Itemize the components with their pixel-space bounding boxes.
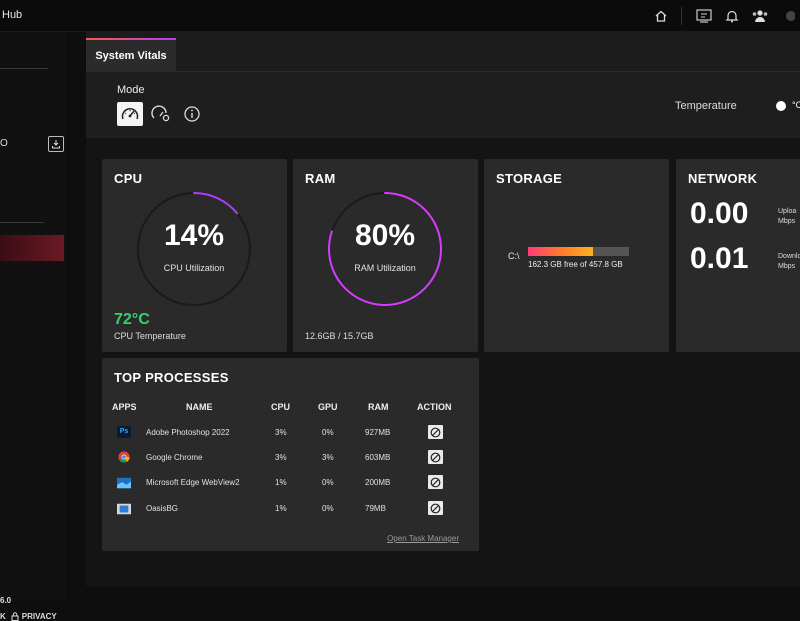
export-icon[interactable]	[48, 136, 64, 152]
feedback-icon[interactable]	[692, 6, 716, 26]
top-processes-card: TOP PROCESSES APPS NAME CPU GPU RAM ACTI…	[102, 358, 479, 551]
col-header-gpu: GPU	[318, 402, 338, 412]
sidebar-divider	[0, 222, 44, 223]
process-name: OasisBG	[146, 504, 179, 513]
process-name: Microsoft Edge WebView2	[146, 478, 240, 487]
cpu-temperature: 72°C	[114, 311, 150, 328]
end-process-button[interactable]	[428, 501, 443, 515]
ram-subtitle: RAM Utilization	[354, 263, 416, 273]
end-process-button[interactable]	[428, 450, 443, 464]
network-title: NETWORK	[688, 171, 758, 186]
drive-usage-fill	[528, 247, 594, 256]
oasisbg-icon	[117, 503, 131, 515]
sidebar-divider	[0, 68, 48, 69]
end-process-button[interactable]	[428, 425, 443, 439]
lock-icon	[11, 612, 19, 621]
block-icon	[430, 452, 441, 462]
process-gpu: 0%	[322, 504, 334, 513]
drive-usage-bar	[528, 247, 629, 256]
download-value: 0.01	[690, 242, 749, 275]
ram-card: RAM 80% RAM Utilization 12.6GB / 15.7GB	[293, 159, 478, 352]
upload-value: 0.00	[690, 197, 749, 230]
block-icon	[430, 427, 441, 437]
privacy-link[interactable]: K PRIVACY	[0, 612, 57, 621]
tab-system-vitals[interactable]: System Vitals	[86, 38, 176, 72]
temperature-label: Temperature	[675, 100, 737, 112]
process-ram: 79MB	[365, 504, 386, 513]
home-icon[interactable]	[649, 6, 673, 26]
toggle-knob	[776, 101, 786, 111]
process-ram: 927MB	[365, 428, 391, 437]
privacy-label[interactable]: PRIVACY	[22, 612, 57, 621]
main-panel: System Vitals Mode Temperature °C CPU 14…	[86, 32, 800, 586]
process-name: Google Chrome	[146, 453, 203, 462]
photoshop-icon: Ps	[117, 426, 131, 438]
sidebar-item-active[interactable]	[0, 235, 64, 261]
temperature-unit: °C	[792, 100, 800, 110]
storage-card: STORAGE C:\ 162.3 GB free of 457.8 GB	[484, 159, 669, 352]
speedometer-icon[interactable]	[117, 102, 143, 126]
cpu-card: CPU 14% CPU Utilization 72°C CPU Tempera…	[102, 159, 287, 352]
bell-icon[interactable]	[720, 6, 744, 26]
col-header-apps: APPS	[112, 402, 137, 412]
mode-label: Mode	[117, 84, 145, 96]
drive-letter: C:\	[508, 251, 520, 261]
cpu-subtitle: CPU Utilization	[163, 263, 225, 273]
process-gpu: 3%	[322, 453, 334, 462]
download-unit: Mbps	[778, 263, 796, 270]
download-label: Downlo	[778, 253, 800, 260]
process-cpu: 1%	[275, 478, 287, 487]
cpu-temperature-label: CPU Temperature	[114, 331, 186, 341]
storage-title: STORAGE	[496, 171, 563, 186]
col-header-name: NAME	[186, 402, 213, 412]
process-ram: 200MB	[365, 478, 391, 487]
upload-label: Uploa	[778, 208, 797, 215]
col-header-ram: RAM	[368, 402, 389, 412]
app-title: Hub	[2, 9, 23, 21]
upload-unit: Mbps	[778, 218, 796, 225]
ram-title: RAM	[305, 171, 336, 186]
tab-strip: System Vitals	[86, 32, 800, 72]
gauge-settings-icon[interactable]	[148, 102, 174, 126]
process-gpu: 0%	[322, 478, 334, 487]
end-process-button[interactable]	[428, 475, 443, 489]
temperature-unit-toggle[interactable]: °C	[762, 99, 800, 113]
mode-bar: Mode Temperature °C	[86, 72, 800, 138]
network-card: NETWORK 0.00 Uploa Mbps 0.01 Downlo Mbps	[676, 159, 800, 352]
processes-title: TOP PROCESSES	[114, 370, 229, 385]
sidebar-item-label-partial[interactable]: O	[0, 138, 8, 149]
footer-left-label[interactable]: K	[0, 612, 6, 621]
block-icon	[430, 477, 441, 487]
sidebar: O 6.0 K PRIVACY	[0, 32, 66, 621]
cpu-value: 14%	[163, 219, 225, 252]
ram-usage: 12.6GB / 15.7GB	[305, 331, 374, 341]
process-cpu: 1%	[275, 504, 287, 513]
process-cpu: 3%	[275, 428, 287, 437]
process-cpu: 3%	[275, 453, 287, 462]
process-name: Adobe Photoshop 2022	[146, 428, 230, 437]
process-ram: 603MB	[365, 453, 391, 462]
community-icon[interactable]	[748, 6, 772, 26]
process-gpu: 0%	[322, 428, 334, 437]
chrome-icon	[118, 451, 130, 463]
block-icon	[430, 503, 441, 513]
info-icon[interactable]	[179, 102, 205, 126]
open-task-manager-link[interactable]: Open Task Manager	[387, 534, 459, 543]
col-header-action: ACTION	[417, 402, 452, 412]
account-icon[interactable]	[776, 6, 800, 26]
col-header-cpu: CPU	[271, 402, 291, 412]
ram-value: 80%	[354, 219, 416, 252]
titlebar-divider	[681, 7, 682, 25]
version-label: 6.0	[0, 596, 12, 605]
cpu-title: CPU	[114, 171, 143, 186]
drive-free-text: 162.3 GB free of 457.8 GB	[528, 260, 623, 269]
edge-webview-icon	[117, 477, 131, 489]
title-bar: Hub	[0, 0, 800, 32]
